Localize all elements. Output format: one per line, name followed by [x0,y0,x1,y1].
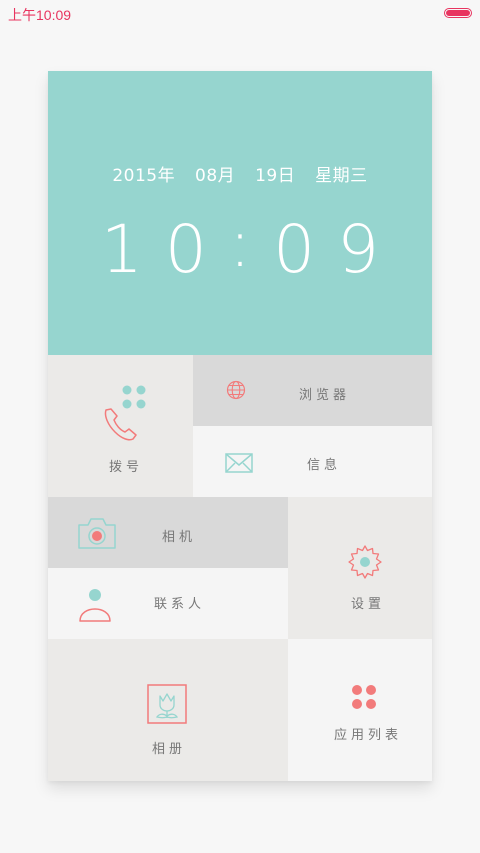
app-list-label: 应用列表 [334,728,403,743]
date-month: 08月 [195,166,236,186]
gallery-label: 相册 [152,742,187,757]
phone-icon [104,385,146,441]
tile-settings[interactable]: 设置 [288,497,432,639]
tile-browser[interactable]: 浏览器 [193,355,432,426]
tile-messages[interactable]: 信息 [193,426,432,497]
globe-icon [226,380,246,400]
browser-label: 浏览器 [299,388,351,403]
tile-dial[interactable]: 拨号 [48,355,193,497]
messages-label: 信息 [307,458,342,473]
tile-camera[interactable]: 相机 [48,497,288,568]
date-year: 2015年 [112,166,176,186]
camera-icon [78,518,116,549]
flower-frame-icon [147,684,187,724]
person-icon [79,589,111,622]
grid-dots-icon [352,685,376,709]
lock-header: 2015年 08月 19日 星期三 10:09 [48,71,432,355]
status-time: 上午10:09 [8,7,72,23]
date-display: 2015年 08月 19日 星期三 [48,161,432,186]
camera-label: 相机 [162,530,197,545]
clock-hour: 10 [100,211,229,288]
clock-minute: 09 [273,211,402,288]
dial-label: 拨号 [109,460,144,475]
clock-display: 10:09 [48,205,432,288]
date-weekday: 星期三 [315,166,368,186]
date-day: 19日 [255,166,296,186]
settings-label: 设置 [351,597,386,612]
clock-colon: : [228,205,274,282]
launcher-card: 2015年 08月 19日 星期三 10:09 拨号 浏览器 信息 相机 联系人… [48,71,432,781]
tile-gallery[interactable]: 相册 [48,639,288,781]
contacts-label: 联系人 [154,597,206,612]
tile-app-list[interactable]: 应用列表 [288,639,432,781]
envelope-icon [225,453,253,473]
gear-icon [348,545,382,579]
battery-icon [444,8,472,18]
battery-level-fill [446,10,470,16]
tile-contacts[interactable]: 联系人 [48,568,288,639]
